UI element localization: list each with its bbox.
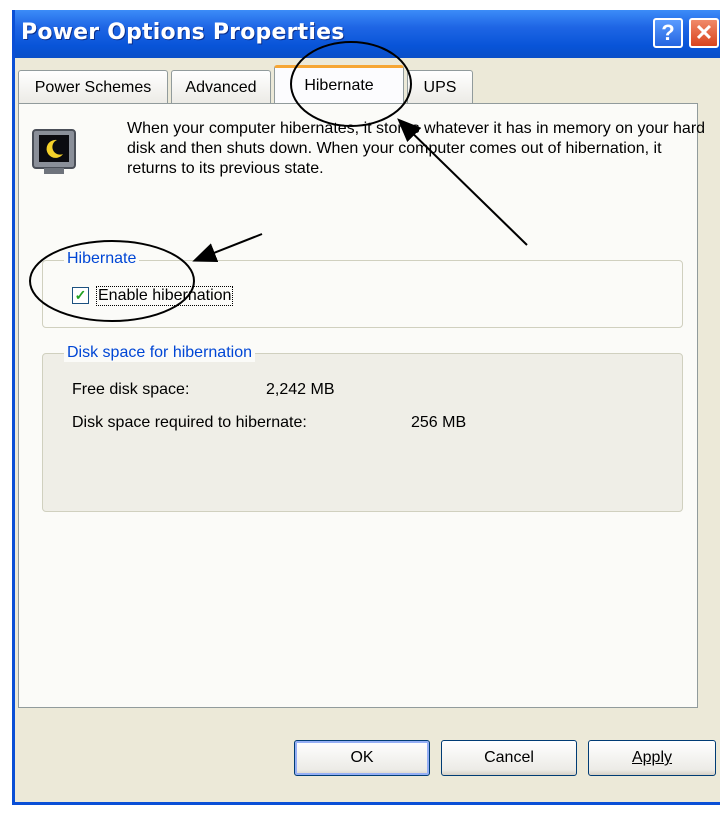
monitor-moon-icon	[32, 129, 76, 174]
tab-ups[interactable]: UPS	[407, 70, 473, 103]
tab-hibernate[interactable]: Hibernate	[274, 65, 404, 104]
disk-space-group-label: Disk space for hibernation	[64, 344, 255, 362]
disk-space-group	[42, 353, 683, 512]
required-disk-space-label: Disk space required to hibernate:	[72, 414, 307, 431]
window-title: Power Options Properties	[21, 20, 345, 45]
tab-power-schemes[interactable]: Power Schemes	[18, 70, 168, 103]
cancel-button[interactable]: Cancel	[441, 740, 577, 776]
help-icon: ?	[661, 20, 675, 45]
required-disk-space-value: 256 MB	[411, 414, 467, 431]
free-disk-space-value: 2,242 MB	[266, 381, 335, 398]
apply-button[interactable]: Apply	[588, 740, 716, 776]
enable-hibernation-checkbox[interactable]: ✓	[72, 287, 89, 304]
hibernate-description: When your computer hibernates, it stores…	[127, 120, 706, 177]
close-icon: ✕	[694, 20, 714, 45]
help-button[interactable]: ?	[653, 18, 683, 48]
close-button[interactable]: ✕	[689, 18, 719, 48]
enable-hibernation-label[interactable]: Enable hibernation	[96, 286, 234, 306]
hibernate-group-label: Hibernate	[64, 250, 140, 268]
free-disk-space-label: Free disk space:	[72, 381, 190, 398]
title-bar[interactable]: Power Options Properties ? ✕	[15, 10, 720, 58]
tab-advanced[interactable]: Advanced	[171, 70, 271, 103]
ok-button[interactable]: OK	[294, 740, 430, 776]
